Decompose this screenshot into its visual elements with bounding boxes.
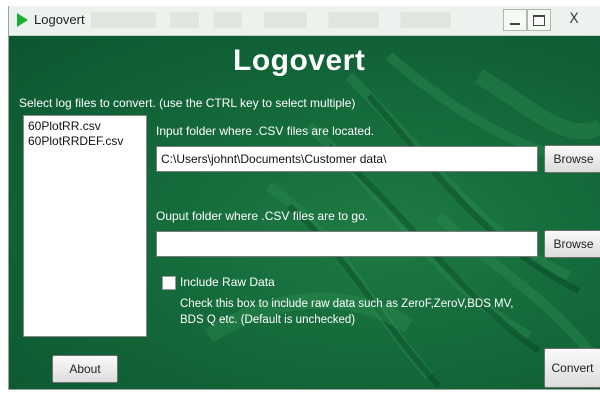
- background-toolbar-ghost: [91, 12, 451, 28]
- title-bar[interactable]: Logovert X: [9, 6, 600, 36]
- output-browse-button[interactable]: Browse: [544, 230, 600, 258]
- output-folder-field[interactable]: [156, 231, 538, 257]
- input-folder-label: Input folder where .CSV files are locate…: [156, 124, 375, 138]
- app-window: Logovert X Logovert Select log files to …: [8, 6, 600, 390]
- instruction-text: Select log files to convert. (use the CT…: [19, 96, 356, 110]
- include-raw-label[interactable]: Include Raw Data: [180, 275, 275, 289]
- app-title: Logovert: [233, 44, 366, 77]
- minimize-icon[interactable]: [503, 9, 527, 31]
- include-raw-help: Check this box to include raw data such …: [180, 298, 514, 326]
- file-list[interactable]: 60PlotRR.csv 60PlotRRDEF.csv: [23, 115, 147, 337]
- include-raw-checkbox[interactable]: [162, 276, 176, 290]
- input-folder-field[interactable]: [156, 146, 538, 172]
- convert-button[interactable]: Convert: [544, 348, 600, 388]
- window-title: Logovert: [34, 12, 85, 27]
- app-play-icon: [17, 13, 28, 27]
- input-browse-button[interactable]: Browse: [544, 145, 600, 173]
- list-item[interactable]: 60PlotRR.csv: [28, 119, 142, 134]
- output-folder-label: Ouput folder where .CSV files are to go.: [156, 209, 369, 223]
- about-button[interactable]: About: [52, 355, 118, 383]
- list-item[interactable]: 60PlotRRDEF.csv: [28, 134, 142, 149]
- maximize-icon[interactable]: [527, 9, 551, 31]
- close-icon[interactable]: X: [557, 9, 591, 29]
